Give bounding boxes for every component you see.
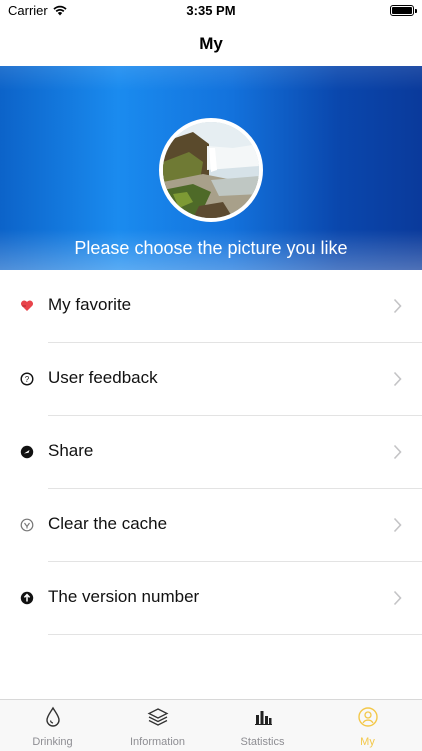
menu-item-label: My favorite <box>48 295 132 314</box>
tab-bar: Drinking Information Statistics My <box>0 699 422 751</box>
menu-item-label: Share <box>48 441 94 460</box>
menu-item-my-favorite[interactable]: My favorite <box>20 270 422 343</box>
tab-label: Information <box>129 736 186 748</box>
clear-cache-icon <box>20 518 34 532</box>
chevron-right-icon <box>393 590 402 606</box>
battery-icon <box>390 5 417 16</box>
waterfall-picture <box>163 122 259 218</box>
settings-menu: My favorite ? User feedback Share Clear … <box>0 270 422 635</box>
tab-drinking[interactable]: Drinking <box>0 700 105 751</box>
menu-item-version-number[interactable]: The version number <box>20 562 422 635</box>
menu-item-clear-cache[interactable]: Clear the cache <box>20 489 422 562</box>
tab-information[interactable]: Information <box>105 700 210 751</box>
feedback-icon: ? <box>20 372 34 386</box>
tab-statistics[interactable]: Statistics <box>210 700 315 751</box>
menu-item-label: The version number <box>48 587 200 606</box>
status-bar: Carrier 3:35 PM <box>0 0 422 24</box>
clock: 3:35 PM <box>186 3 236 18</box>
chevron-right-icon <box>393 298 402 314</box>
chevron-right-icon <box>393 371 402 387</box>
page-title: My <box>199 34 223 53</box>
menu-item-label: Clear the cache <box>48 514 168 533</box>
profile-banner[interactable]: Please choose the picture you like <box>0 66 422 270</box>
water-drop-icon <box>45 706 60 727</box>
menu-item-share[interactable]: Share <box>20 416 422 489</box>
chevron-right-icon <box>393 444 402 460</box>
menu-item-label: User feedback <box>48 368 158 387</box>
menu-item-user-feedback[interactable]: ? User feedback <box>20 343 422 416</box>
tab-label: Statistics <box>240 736 285 748</box>
layers-icon <box>147 708 168 726</box>
user-icon <box>357 707 378 727</box>
banner-caption: Please choose the picture you like <box>74 238 348 258</box>
heart-icon <box>20 300 34 311</box>
svg-text:?: ? <box>25 375 30 384</box>
navigation-bar: My <box>0 24 422 66</box>
avatar[interactable] <box>159 118 263 222</box>
tab-label: My <box>360 736 375 748</box>
chevron-right-icon <box>393 517 402 533</box>
bar-chart-icon <box>254 711 272 725</box>
share-icon <box>20 445 34 459</box>
tab-label: Drinking <box>32 736 73 748</box>
tab-my[interactable]: My <box>315 700 420 751</box>
version-icon <box>20 591 34 605</box>
